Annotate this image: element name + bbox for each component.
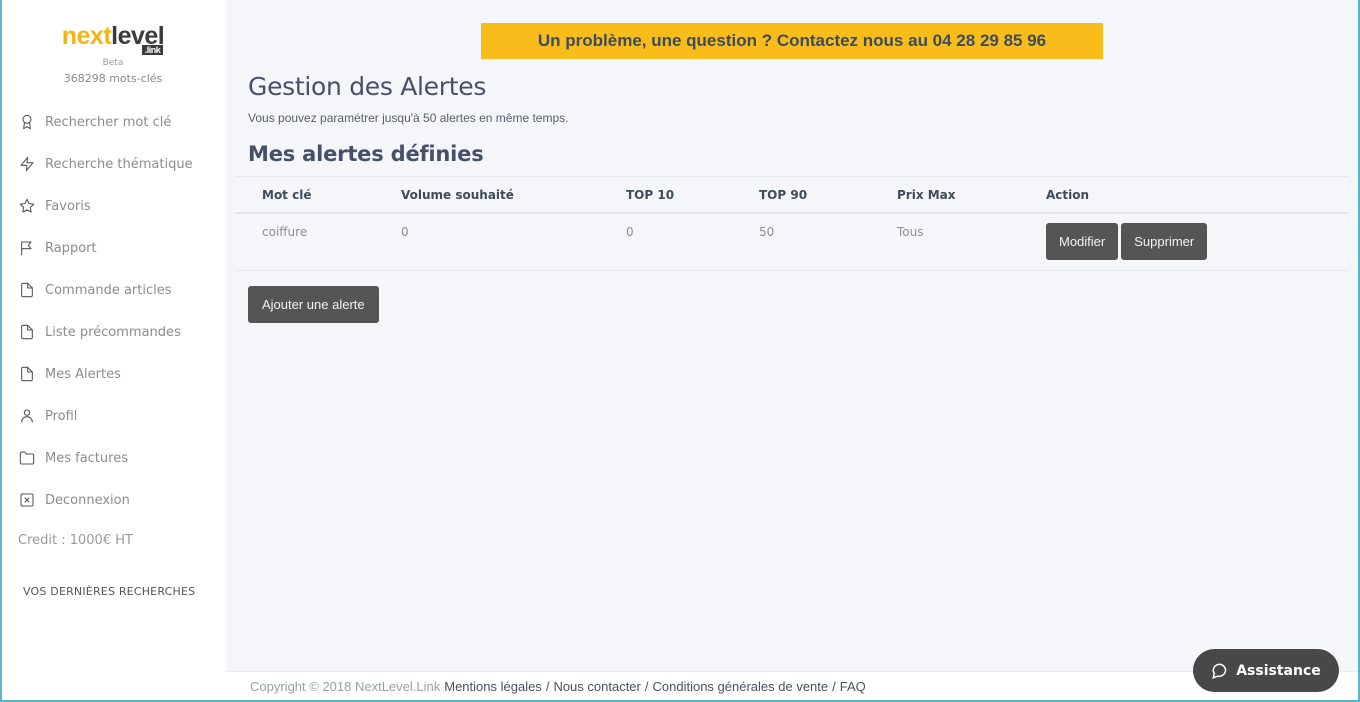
table-header: Mot clé Volume souhaité TOP 10 TOP 90 Pr… <box>235 176 1348 214</box>
footer-separator: / <box>832 678 836 694</box>
sidebar-item-recherche-thematique[interactable]: Recherche thématique <box>0 143 226 185</box>
sidebar-item-label: Liste précommandes <box>45 324 181 340</box>
cell-top10: 0 <box>626 225 634 239</box>
sidebar-item-profil[interactable]: Profil <box>0 395 226 437</box>
sidebar-item-favoris[interactable]: Favoris <box>0 185 226 227</box>
sidebar-item-deconnexion[interactable]: Deconnexion <box>0 479 226 521</box>
footer-separator: / <box>545 678 550 694</box>
user-icon <box>18 407 36 425</box>
sidebar-item-liste-precommandes[interactable]: Liste précommandes <box>0 311 226 353</box>
add-alert-button[interactable]: Ajouter une alerte <box>248 286 379 323</box>
assistance-label: Assistance <box>1236 662 1321 679</box>
flag-icon <box>18 239 36 257</box>
alerts-table: Mot clé Volume souhaité TOP 10 TOP 90 Pr… <box>235 176 1348 271</box>
recent-searches-title: VOS DERNIÈRES RECHERCHES <box>23 585 196 598</box>
beta-label: Beta <box>102 58 124 68</box>
column-header-top10: TOP 10 <box>626 187 675 202</box>
sidebar-item-label: Mes factures <box>45 450 128 466</box>
file-icon <box>18 323 36 341</box>
sidebar-item-commande-articles[interactable]: Commande articles <box>0 269 226 311</box>
file-icon <box>18 365 36 383</box>
award-icon <box>18 113 36 131</box>
sidebar-item-label: Mes Alertes <box>45 366 121 382</box>
copyright-text: Copyright © 2018 NextLevel.Link <box>250 678 441 694</box>
edit-alert-button[interactable]: Modifier <box>1046 223 1119 260</box>
star-icon <box>18 197 36 215</box>
column-header-max-price: Prix Max <box>897 187 956 202</box>
sidebar-item-label: Rapport <box>45 240 97 256</box>
footer-separator: / <box>644 678 649 694</box>
footer: Copyright © 2018 NextLevel.Link Mentions… <box>226 671 1358 700</box>
column-header-action: Action <box>1046 187 1090 202</box>
sidebar-item-label: Commande articles <box>45 282 172 298</box>
footer-link-contact[interactable]: Nous contacter <box>553 679 640 694</box>
sidebar-item-label: Recherche thématique <box>45 156 193 172</box>
page-title: Gestion des Alertes <box>248 72 487 101</box>
folder-icon <box>18 449 36 467</box>
credit-balance: Credit : 1000€ HT <box>18 533 133 548</box>
chat-bubble-icon <box>1212 662 1227 679</box>
logo-next: next <box>61 22 112 50</box>
sidebar: nextlevel .link Beta 368298 mots-clés Re… <box>0 0 226 702</box>
sidebar-item-mes-factures[interactable]: Mes factures <box>0 437 226 479</box>
page-subtitle: Vous pouvez paramétrer jusqu'à 50 alerte… <box>248 111 569 125</box>
sidebar-item-mes-alertes[interactable]: Mes Alertes <box>0 353 226 395</box>
sidebar-item-rechercher-mot-cle[interactable]: Rechercher mot clé <box>0 101 226 143</box>
cell-top90: 50 <box>759 225 775 239</box>
close-box-icon <box>18 491 36 509</box>
sidebar-item-label: Profil <box>45 408 78 424</box>
logo-suffix: .link <box>141 45 164 55</box>
delete-alert-button[interactable]: Supprimer <box>1121 223 1208 260</box>
footer-link-mentions-legales[interactable]: Mentions légales <box>444 679 542 694</box>
sidebar-nav: Rechercher mot clé Recherche thématique … <box>0 101 226 521</box>
footer-link-cgv[interactable]: Conditions générales de vente <box>653 679 829 694</box>
file-icon <box>18 281 36 299</box>
column-header-top90: TOP 90 <box>759 187 808 202</box>
keyword-count: 368298 mots-clés <box>63 72 163 85</box>
column-header-keyword: Mot clé <box>262 187 312 202</box>
sidebar-item-rapport[interactable]: Rapport <box>0 227 226 269</box>
lightning-icon <box>18 155 36 173</box>
logo[interactable]: nextlevel .link <box>0 22 226 55</box>
table-row: coiffure 0 0 50 Tous Modifier Supprimer <box>235 214 1348 271</box>
cell-volume: 0 <box>401 225 409 239</box>
cell-max-price: Tous <box>897 225 924 239</box>
column-header-volume: Volume souhaité <box>401 187 514 202</box>
section-title: Mes alertes définies <box>248 142 484 166</box>
sidebar-item-label: Rechercher mot clé <box>45 114 172 130</box>
assistance-button[interactable]: Assistance <box>1193 649 1339 692</box>
footer-link-faq[interactable]: FAQ <box>840 679 866 694</box>
sidebar-item-label: Deconnexion <box>45 492 130 508</box>
contact-banner: Un problème, une question ? Contactez no… <box>481 23 1103 59</box>
sidebar-item-label: Favoris <box>45 198 91 214</box>
cell-actions: Modifier Supprimer <box>1046 214 1348 270</box>
cell-keyword: coiffure <box>262 225 308 239</box>
